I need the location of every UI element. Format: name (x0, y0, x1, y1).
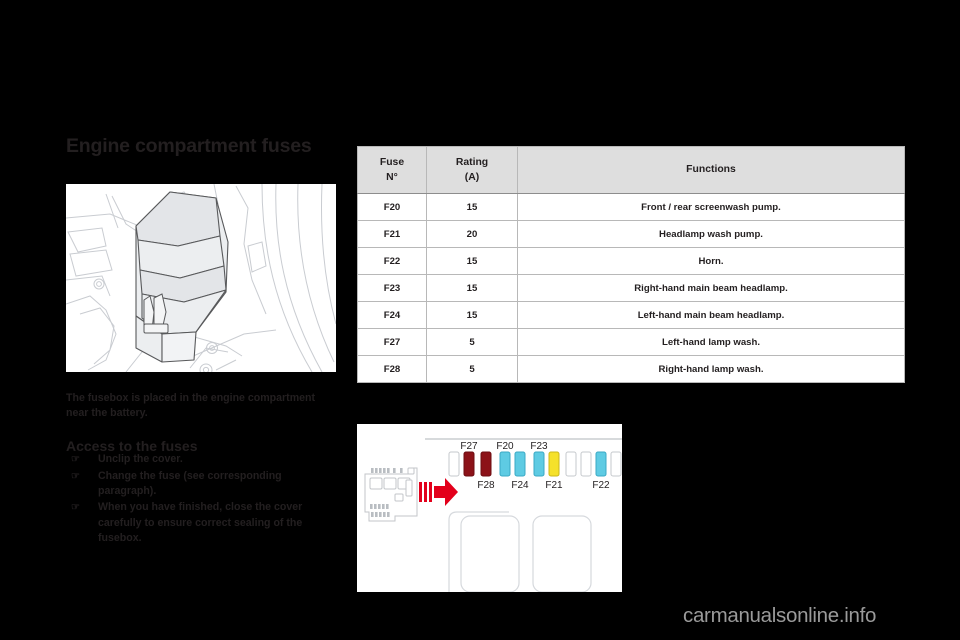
cell-rating: 15 (426, 301, 518, 329)
diagram-label-f21: F21 (545, 480, 563, 491)
cell-function: Front / rear screenwash pump. (517, 193, 905, 221)
fuse-table: Fuse N° Rating (A) Functions F20 15 Fron… (357, 146, 905, 383)
cell-fuse-number: F20 (357, 193, 427, 221)
table-row: F24 15 Left-hand main beam headlamp. (357, 301, 905, 329)
list-item-label: Change the fuse (see corresponding parag… (98, 469, 282, 497)
diagram-label-f22: F22 (592, 480, 610, 491)
column-header-rating: Rating (A) (426, 146, 518, 194)
table-row: F21 20 Headlamp wash pump. (357, 220, 905, 248)
diagram-label-f24: F24 (511, 480, 529, 491)
cell-function: Left-hand main beam headlamp. (517, 301, 905, 329)
cell-rating: 15 (426, 193, 518, 221)
table-row: F28 5 Right-hand lamp wash. (357, 355, 905, 383)
cell-function: Right-hand lamp wash. (517, 355, 905, 383)
watermark: carmanualsonline.info (683, 604, 877, 627)
cell-rating: 15 (426, 247, 518, 275)
pointing-hand-icon: ☞ (71, 454, 80, 465)
intro-paragraph: The fusebox is placed in the engine comp… (66, 391, 315, 419)
diagram-label-f27: F27 (460, 441, 478, 452)
fuse-table-container: Fuse N° Rating (A) Functions F20 15 Fron… (357, 146, 905, 383)
diagram-label-f28: F28 (477, 480, 495, 491)
cell-rating: 5 (426, 355, 518, 383)
table-row: F23 15 Right-hand main beam headlamp. (357, 274, 905, 302)
table-row: F22 15 Horn. (357, 247, 905, 275)
column-header-fuse-number: Fuse N° (357, 146, 427, 194)
column-header-fuse-line2: N° (386, 172, 398, 183)
page-title-block: Engine compartment fuses (66, 135, 346, 157)
page-title: Engine compartment fuses (66, 135, 312, 157)
cell-function: Headlamp wash pump. (517, 220, 905, 248)
diagram-label-f23: F23 (530, 441, 548, 452)
column-header-rating-line1: Rating (455, 156, 489, 168)
diagram-label-f20: F20 (496, 441, 514, 452)
list-item: ☞ Unclip the cover. (66, 452, 338, 467)
manual-page: Engine compartment fuses The fusebox is … (0, 0, 960, 640)
fuse-table-body: F20 15 Front / rear screenwash pump. F21… (357, 193, 905, 383)
cell-rating: 15 (426, 274, 518, 302)
column-header-functions: Functions (517, 146, 905, 194)
cell-fuse-number: F24 (357, 301, 427, 329)
cell-function: Horn. (517, 247, 905, 275)
cell-function: Left-hand lamp wash. (517, 328, 905, 356)
cell-fuse-number: F27 (357, 328, 427, 356)
fusebox-location-illustration (66, 184, 336, 372)
cell-function: Right-hand main beam headlamp. (517, 274, 905, 302)
cell-fuse-number: F22 (357, 247, 427, 275)
cell-fuse-number: F23 (357, 274, 427, 302)
cell-fuse-number: F28 (357, 355, 427, 383)
cell-rating: 5 (426, 328, 518, 356)
access-steps-list: ☞ Unclip the cover. ☞ Change the fuse (s… (66, 452, 338, 547)
list-item: ☞ Change the fuse (see corresponding par… (66, 469, 338, 499)
table-row: F20 15 Front / rear screenwash pump. (357, 193, 905, 221)
list-item-label: When you have finished, close the cover … (98, 501, 303, 544)
cell-fuse-number: F21 (357, 220, 427, 248)
fuse-layout-diagram: F27 F20 F23 F28 F24 F21 F22 (357, 424, 622, 592)
column-header-fuse-line1: Fuse (379, 156, 405, 168)
cell-rating: 20 (426, 220, 518, 248)
table-header-row: Fuse N° Rating (A) Functions (357, 146, 905, 194)
pointing-hand-icon: ☞ (71, 502, 80, 514)
table-row: F27 5 Left-hand lamp wash. (357, 328, 905, 356)
list-item-label: Unclip the cover. (98, 453, 183, 465)
pointing-hand-icon: ☞ (71, 470, 80, 482)
column-header-rating-line2: (A) (464, 172, 480, 183)
list-item: ☞ When you have finished, close the cove… (66, 500, 338, 545)
